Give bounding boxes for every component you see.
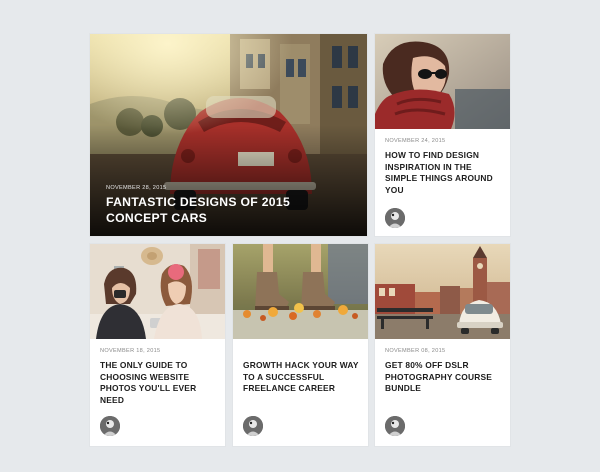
author-avatar-image xyxy=(385,208,405,228)
article-card-1[interactable]: NOVEMBER 24, 2015 HOW TO FIND DESIGN INS… xyxy=(375,34,510,236)
featured-article-title[interactable]: FANTASTIC DESIGNS OF 2015 CONCEPT CARS xyxy=(106,195,306,226)
author-avatar[interactable] xyxy=(385,208,405,228)
article-date: NOVEMBER 08, 2015 xyxy=(385,348,446,354)
article-image-4[interactable] xyxy=(375,244,510,339)
featured-article-date: NOVEMBER 28, 2015 xyxy=(106,185,167,191)
article-title[interactable]: GET 80% OFF DSLR PHOTOGRAPHY COURSE BUND… xyxy=(385,360,505,395)
article-card-4[interactable]: NOVEMBER 08, 2015 GET 80% OFF DSLR PHOTO… xyxy=(375,244,510,446)
article-title[interactable]: HOW TO FIND DESIGN INSPIRATION IN THE SI… xyxy=(385,150,505,196)
article-date: NOVEMBER 24, 2015 xyxy=(385,138,446,144)
author-avatar-image xyxy=(100,416,120,436)
author-avatar-image xyxy=(385,416,405,436)
author-avatar[interactable] xyxy=(385,416,405,436)
featured-article-card[interactable]: NOVEMBER 28, 2015 FANTASTIC DESIGNS OF 2… xyxy=(90,34,367,236)
article-title[interactable]: THE ONLY GUIDE TO CHOOSING WEBSITE PHOTO… xyxy=(100,360,222,406)
article-image-3[interactable] xyxy=(233,244,368,339)
article-image-2[interactable] xyxy=(90,244,225,339)
article-title[interactable]: GROWTH HACK YOUR WAY TO A SUCCESSFUL FRE… xyxy=(243,360,365,395)
article-card-2[interactable]: NOVEMBER 18, 2015 THE ONLY GUIDE TO CHOO… xyxy=(90,244,225,446)
article-image-1[interactable] xyxy=(375,34,510,129)
author-avatar-image xyxy=(243,416,263,436)
author-avatar[interactable] xyxy=(100,416,120,436)
author-avatar[interactable] xyxy=(243,416,263,436)
article-card-3[interactable]: GROWTH HACK YOUR WAY TO A SUCCESSFUL FRE… xyxy=(233,244,368,446)
article-date: NOVEMBER 18, 2015 xyxy=(100,348,161,354)
